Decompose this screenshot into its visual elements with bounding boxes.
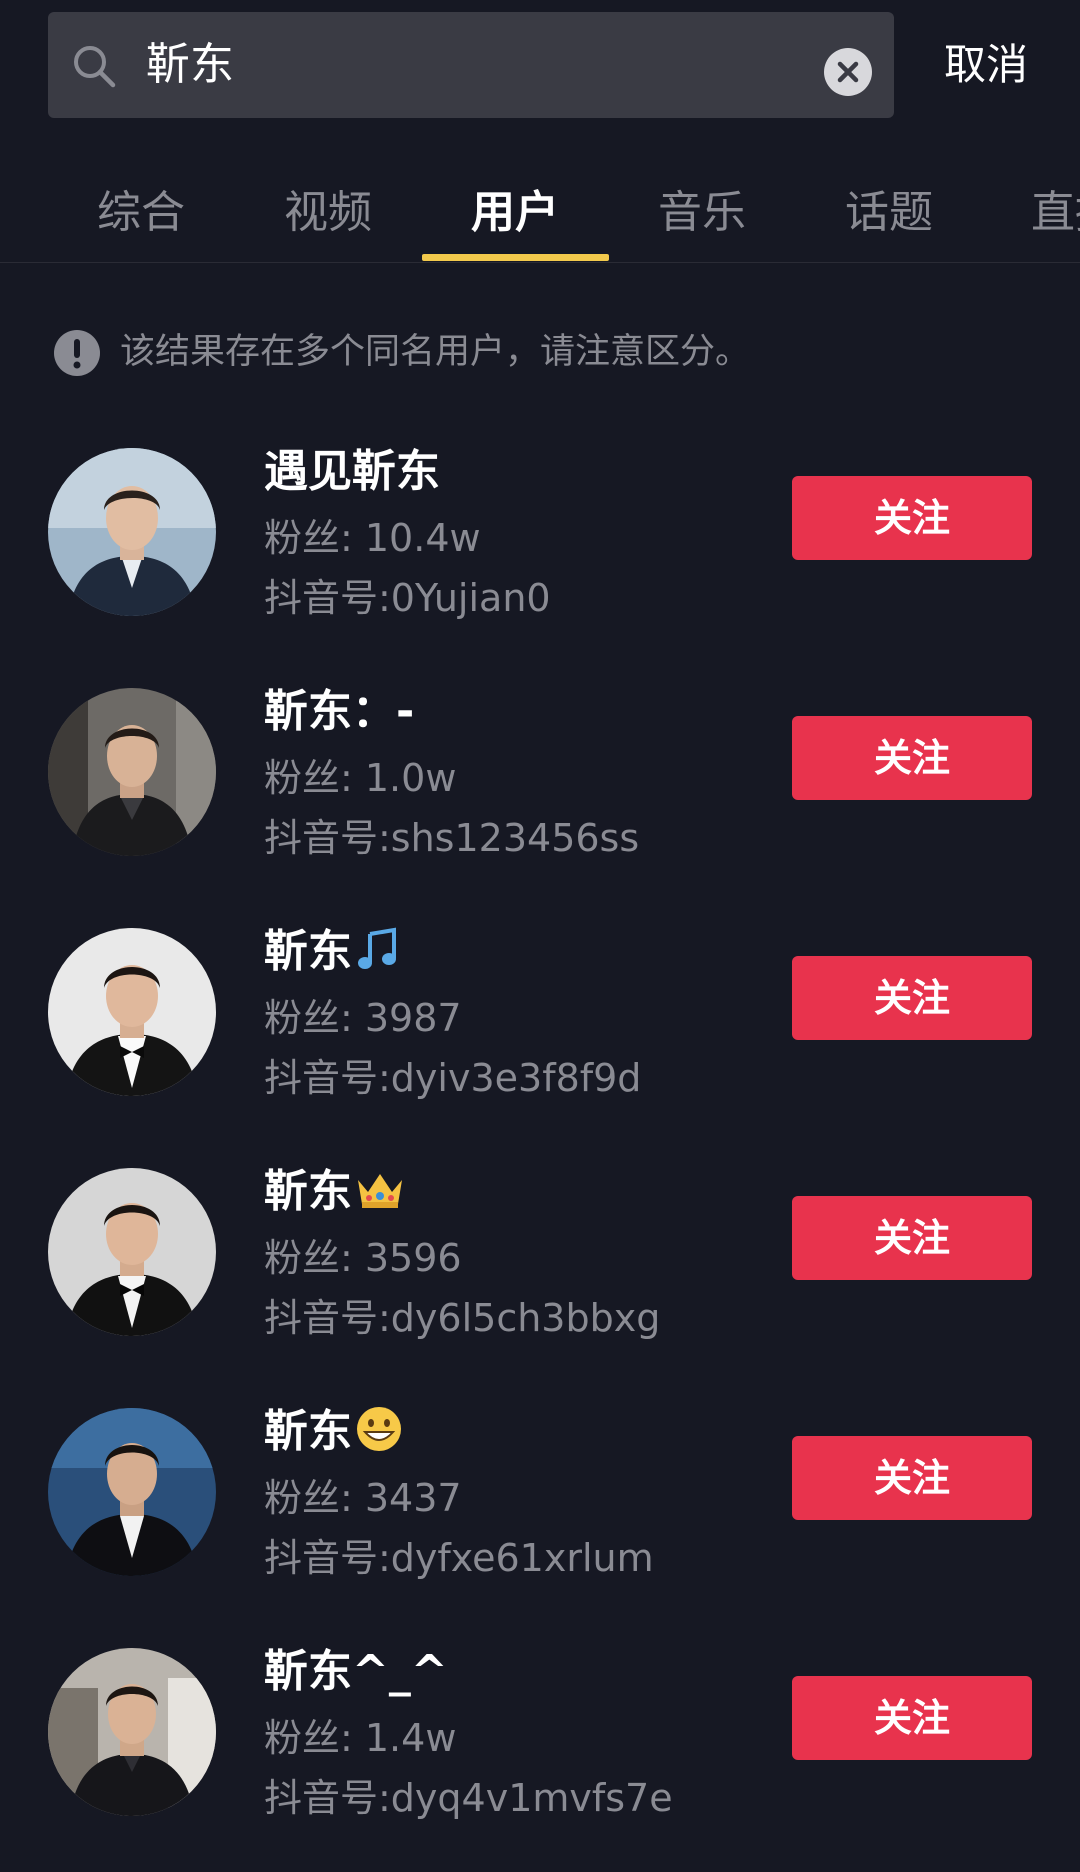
avatar[interactable]: [48, 928, 216, 1096]
user-name: 遇见靳东: [264, 446, 440, 497]
avatar[interactable]: [48, 448, 216, 616]
fan-count: 粉丝: 10.4w: [264, 516, 481, 560]
douyin-id: 抖音号:dyfxe61xrlum: [264, 1536, 654, 1580]
search-query[interactable]: 靳东: [146, 12, 234, 118]
user-list-item[interactable]: 遇见靳东 粉丝: 10.4w 抖音号:0Yujian0 关注: [0, 440, 1080, 650]
notice-text: 该结果存在多个同名用户，请注意区分。: [120, 332, 751, 372]
music-note-icon: [354, 926, 402, 988]
fan-count: 粉丝: 3987: [264, 996, 462, 1040]
user-list-item[interactable]: 靳东^_^ 粉丝: 1.4w 抖音号:dyq4v1mvfs7e 关注: [0, 1640, 1080, 1850]
crown-icon: [354, 1166, 406, 1228]
user-name: 靳东: [264, 1404, 404, 1468]
user-name: 靳东：-: [264, 686, 415, 737]
douyin-id: 抖音号:dyiv3e3f8f9d: [264, 1056, 642, 1100]
search-input[interactable]: 靳东: [48, 12, 894, 118]
follow-button[interactable]: 关注: [792, 956, 1032, 1040]
cancel-button[interactable]: 取消: [944, 12, 1028, 118]
avatar[interactable]: [48, 688, 216, 856]
clear-icon[interactable]: [824, 48, 872, 96]
avatar[interactable]: [48, 1648, 216, 1816]
search-result-tabs: 综合 视频 用户 音乐 话题 直播: [0, 150, 1080, 263]
douyin-id: 抖音号:shs123456ss: [264, 816, 640, 860]
follow-button[interactable]: 关注: [792, 476, 1032, 560]
follow-button[interactable]: 关注: [792, 716, 1032, 800]
follow-button[interactable]: 关注: [792, 1676, 1032, 1760]
douyin-id: 抖音号:dyq4v1mvfs7e: [264, 1776, 673, 1820]
active-tab-indicator: [422, 254, 609, 261]
user-name: 靳东: [264, 924, 402, 988]
fan-count: 粉丝: 1.4w: [264, 1716, 457, 1760]
follow-button[interactable]: 关注: [792, 1436, 1032, 1520]
user-list-item[interactable]: 靳东：- 粉丝: 1.0w 抖音号:shs123456ss 关注: [0, 680, 1080, 890]
fan-count: 粉丝: 3596: [264, 1236, 462, 1280]
follow-button[interactable]: 关注: [792, 1196, 1032, 1280]
tab-topics[interactable]: 话题: [795, 176, 983, 240]
tab-live[interactable]: 直播: [982, 176, 1080, 240]
tab-videos[interactable]: 视频: [234, 176, 422, 240]
avatar[interactable]: [48, 1168, 216, 1336]
user-list-item[interactable]: 靳东 粉丝: 3987 抖音号:dyiv3e3f8f9d 关注: [0, 920, 1080, 1130]
fan-count: 粉丝: 1.0w: [264, 756, 457, 800]
douyin-id: 抖音号:dy6l5ch3bbxg: [264, 1296, 661, 1340]
user-list-item[interactable]: 靳东 粉丝: 3596 抖音号:dy6l5ch3bbxg 关注: [0, 1160, 1080, 1370]
user-list-item[interactable]: 靳东 粉丝: 3437 抖音号:dyfxe61xrlum 关注: [0, 1400, 1080, 1610]
douyin-id: 抖音号:0Yujian0: [264, 576, 551, 620]
avatar[interactable]: [48, 1408, 216, 1576]
search-icon: [70, 42, 118, 90]
grinning-face-icon: [354, 1404, 404, 1468]
fan-count: 粉丝: 3437: [264, 1476, 462, 1520]
user-name: 靳东: [264, 1164, 406, 1228]
tab-music[interactable]: 音乐: [608, 176, 796, 240]
tab-users[interactable]: 用户: [421, 176, 609, 240]
exclamation-icon: [54, 330, 100, 376]
search-bar: 靳东 取消: [0, 0, 1080, 130]
user-name: 靳东^_^: [264, 1646, 448, 1697]
tab-general[interactable]: 综合: [47, 176, 235, 240]
